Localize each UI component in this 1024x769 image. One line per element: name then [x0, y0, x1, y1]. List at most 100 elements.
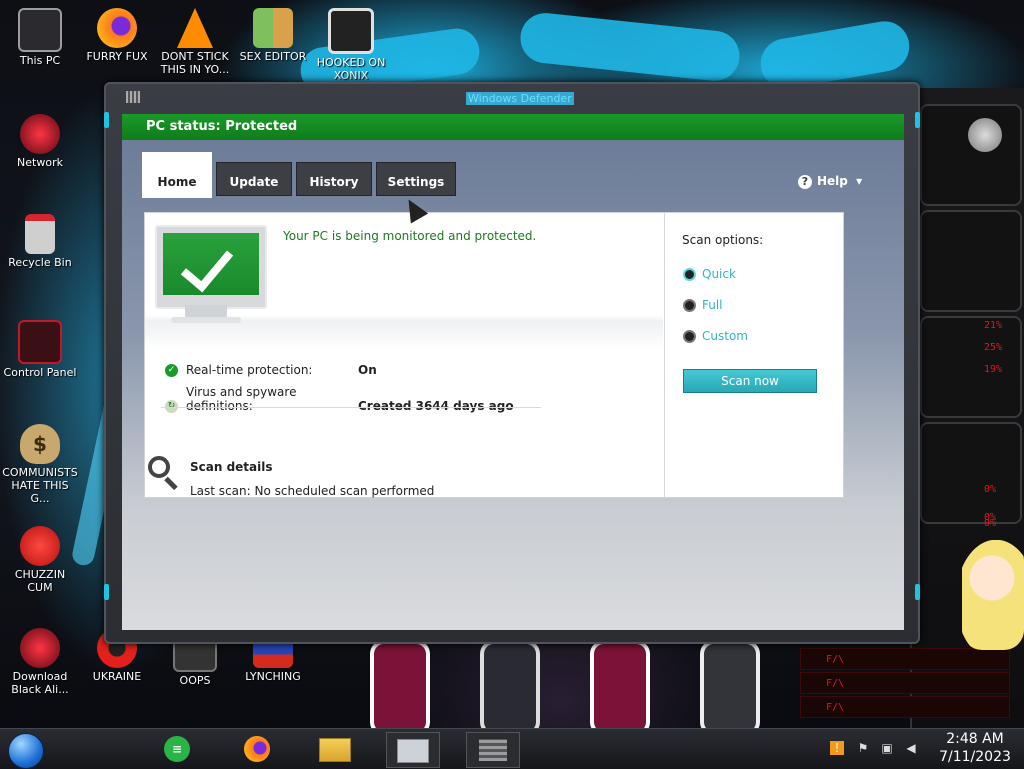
radio-icon	[683, 330, 696, 343]
desktop-icon-network[interactable]: Network	[2, 114, 78, 169]
help-icon: ?	[798, 175, 812, 189]
widget-box	[920, 210, 1022, 312]
clock-time: 2:48 AM	[946, 731, 1004, 747]
frame-light	[104, 584, 109, 600]
widget-readout: 25%	[984, 342, 1003, 353]
taskbar-firefox[interactable]	[236, 732, 278, 766]
firefox-icon	[244, 736, 270, 762]
widget-box	[920, 422, 1022, 524]
widget-row: F/\	[800, 648, 1010, 670]
google-docs-icon: ≡	[164, 736, 190, 762]
hxd-editor-icon	[253, 8, 293, 48]
checkmark-icon	[180, 237, 234, 293]
scan-option-custom[interactable]: Custom	[683, 329, 748, 343]
protection-message: Your PC is being monitored and protected…	[283, 229, 537, 243]
start-button[interactable]	[8, 733, 44, 769]
taskbar-windows-defender[interactable]	[466, 732, 520, 768]
firefox-icon	[97, 8, 137, 48]
widget-readout: 0%	[984, 484, 997, 495]
tab-update[interactable]: Update	[216, 162, 292, 196]
last-scan-label: Last scan:	[190, 484, 251, 498]
widget-box	[920, 104, 1022, 206]
frame-light	[104, 112, 109, 128]
alienware-globe-icon	[20, 628, 60, 668]
defender-main: Home Update History Settings ? Help ▾ You…	[122, 140, 904, 630]
last-scan-row: Last scan: No scheduled scan performed	[190, 484, 434, 498]
monitor-screen	[163, 233, 259, 295]
star-butterfly-character	[962, 540, 1024, 650]
scan-option-quick[interactable]: Quick	[683, 267, 736, 281]
window-title: Windows Defender	[466, 92, 574, 105]
chuzzle-icon	[20, 526, 60, 566]
status-label: Virus and spyware definitions:	[186, 385, 297, 413]
windows-defender-icon	[479, 739, 507, 761]
window-preview-icon	[397, 739, 429, 763]
desktop-icon-hooked-on-xonix[interactable]: HOOKED ON XONIX	[313, 8, 389, 82]
frame-light	[915, 584, 920, 600]
widget-readout: 21%	[984, 320, 1003, 331]
taskbar-clock[interactable]: 2:48 AM 7/11/2023	[930, 730, 1020, 766]
pc-status-bar: PC status: Protected	[122, 114, 904, 140]
volume-icon[interactable]: ◀	[904, 741, 918, 755]
magnifier-icon	[148, 456, 170, 478]
app-icon	[126, 91, 140, 103]
network-globe-icon	[20, 114, 60, 154]
divider	[161, 407, 541, 408]
status-value: Created 3644 days ago	[358, 399, 514, 413]
dollar-bag-icon: $	[20, 424, 60, 464]
taskbar-window-preview[interactable]	[386, 732, 440, 768]
protected-monitor-icon	[155, 225, 267, 309]
tab-history[interactable]: History	[296, 162, 372, 196]
taskbar-google-docs[interactable]: ≡	[156, 732, 198, 766]
desktop-icon-download-black-ali[interactable]: Download Black Ali...	[2, 628, 78, 696]
widget-box	[920, 316, 1022, 418]
taskbar-file-explorer[interactable]	[314, 732, 356, 766]
desktop-icon-recycle-bin[interactable]: Recycle Bin	[2, 214, 78, 269]
alien-logo-icon	[968, 118, 1002, 152]
this-pc-icon	[18, 8, 62, 52]
desktop-icon-furry-fux[interactable]: FURRY FUX	[79, 8, 155, 63]
xonix-game-icon	[328, 8, 374, 54]
window-titlebar[interactable]: Windows Defender	[106, 84, 918, 112]
network-icon[interactable]: ▣	[880, 741, 894, 755]
clock-date: 7/11/2023	[939, 749, 1011, 765]
chevron-down-icon: ▾	[856, 174, 863, 188]
scan-now-button[interactable]: Scan now	[683, 369, 817, 393]
tab-settings[interactable]: Settings	[376, 162, 456, 196]
taskbar: ≡ ! ⚑ ▣ ◀ 2:48 AM 7/11/2023	[0, 728, 1024, 769]
desktop-icon-communists[interactable]: $ COMMUNISTS HATE THIS G...	[2, 424, 78, 505]
wallpaper-figure	[370, 640, 790, 728]
desktop-icon-this-pc[interactable]: This PC	[2, 8, 78, 67]
widget-row: F/\	[800, 672, 1010, 694]
widget-readout: 0%	[984, 518, 997, 529]
vlc-cone-icon	[177, 8, 213, 48]
desktop-icon-sex-editor[interactable]: SEX EDITOR	[235, 8, 311, 63]
status-row-realtime: ✓ Real-time protection: On	[165, 363, 377, 377]
frame-light	[915, 112, 920, 128]
bell-icon[interactable]: !	[830, 741, 844, 755]
control-panel-icon	[18, 320, 62, 364]
help-label: Help	[817, 174, 848, 188]
desktop-icon-chuzzin[interactable]: CHUZZIN CUM	[2, 526, 78, 594]
scan-options-label: Scan options:	[682, 233, 764, 247]
status-value: On	[358, 363, 377, 377]
scan-option-full[interactable]: Full	[683, 298, 723, 312]
flag-icon[interactable]: ⚑	[856, 741, 870, 755]
desktop-icon-control-panel[interactable]: Control Panel	[2, 320, 78, 379]
widget-row: F/\	[800, 696, 1010, 718]
help-menu[interactable]: ? Help ▾	[798, 174, 862, 189]
desktop-icon-dont-stick[interactable]: DONT STICK THIS IN YO...	[157, 8, 233, 76]
scan-options-panel: Scan options: Quick Full Custom Scan now	[664, 213, 843, 497]
recycle-bin-icon	[25, 214, 55, 254]
monitor-base	[171, 317, 241, 323]
radio-icon	[683, 299, 696, 312]
check-circle-icon: ✓	[165, 364, 178, 377]
status-row-definitions: ↻Virus and spyware definitions: Created 3…	[165, 385, 514, 413]
last-scan-value: No scheduled scan performed	[254, 484, 435, 498]
widget-readout: 19%	[984, 364, 1003, 375]
radio-selected-icon	[683, 268, 696, 281]
status-area: Your PC is being monitored and protected…	[145, 213, 663, 497]
tab-home[interactable]: Home	[142, 152, 212, 198]
windows-defender-window[interactable]: Windows Defender PC status: Protected Ho…	[104, 82, 920, 644]
status-label: Real-time protection:	[186, 363, 313, 377]
